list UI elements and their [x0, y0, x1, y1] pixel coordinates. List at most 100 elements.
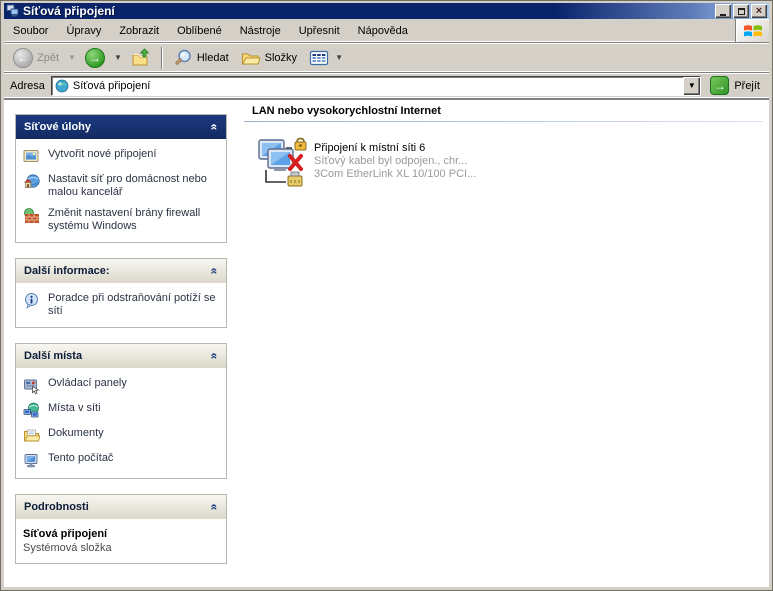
panel-details: Podrobnosti « Síťová připojení Systémová…	[15, 494, 227, 564]
connection-status: Síťový kabel byl odpojen., chr...	[314, 155, 476, 168]
toolbar-separator	[161, 47, 163, 69]
search-button[interactable]: Hledat	[168, 45, 234, 71]
menu-oblibene[interactable]: Oblíbené	[168, 19, 231, 42]
task-label: Vytvořit nové připojení	[48, 148, 156, 161]
address-folder-icon	[55, 79, 69, 93]
toolbar: ← Zpět ▼ → ▼	[4, 43, 769, 73]
menu-upresnit[interactable]: Upřesnit	[290, 19, 349, 42]
minimize-icon	[720, 14, 726, 16]
search-icon	[173, 48, 193, 68]
windows-logo	[735, 19, 769, 42]
link-network-places[interactable]: Místa v síti	[23, 402, 219, 419]
network-places-icon	[23, 402, 40, 419]
panel-other-places: Další místa «	[15, 343, 227, 479]
group-divider	[244, 121, 763, 122]
restore-button[interactable]	[733, 4, 749, 18]
panel-header-network-tasks[interactable]: Síťové úlohy «	[16, 115, 226, 139]
address-dropdown-button[interactable]: ▼	[683, 77, 700, 95]
window-title: Síťová připojení	[23, 4, 712, 18]
group-title: LAN nebo vysokorychlostní Internet	[252, 105, 769, 117]
documents-icon	[23, 427, 40, 444]
forward-dropdown[interactable]: ▼	[112, 53, 124, 62]
menu-upravy[interactable]: Úpravy	[57, 19, 110, 42]
menu-soubor[interactable]: Soubor	[4, 19, 57, 42]
views-dropdown-icon: ▼	[333, 53, 345, 62]
folder-view: LAN nebo vysokorychlostní Internet	[244, 100, 769, 587]
go-arrow-icon: →	[710, 76, 729, 95]
task-sidebar: Síťové úlohy « Vytvořit n	[15, 114, 227, 579]
home-network-icon	[23, 173, 40, 190]
panel-header-details[interactable]: Podrobnosti «	[16, 495, 226, 519]
task-label: Místa v síti	[48, 402, 101, 415]
lan-connection-disconnected-icon	[256, 136, 308, 192]
go-label: Přejít	[734, 80, 760, 92]
task-label: Změnit nastavení brány firewall systému …	[48, 207, 219, 233]
collapse-chevron-icon[interactable]: «	[208, 504, 222, 511]
panel-see-also: Další informace: « Poradc	[15, 258, 227, 328]
connection-name: Připojení k místní síti 6	[314, 141, 476, 155]
folders-label: Složky	[265, 52, 297, 64]
explorer-client-area: Síťové úlohy « Vytvořit n	[4, 99, 769, 587]
task-create-new-connection[interactable]: Vytvořit nové připojení	[23, 148, 219, 165]
control-panel-icon	[23, 377, 40, 394]
task-label: Nastavit síť pro domácnost nebo malou ka…	[48, 173, 219, 199]
panel-network-tasks: Síťové úlohy « Vytvořit n	[15, 114, 227, 243]
menubar: Soubor Úpravy Zobrazit Oblíbené Nástroje…	[4, 19, 769, 43]
menu-nastroje[interactable]: Nástroje	[231, 19, 290, 42]
window-icon	[6, 4, 20, 18]
folders-button[interactable]: Složky	[236, 45, 302, 71]
task-setup-home-network[interactable]: Nastavit síť pro domácnost nebo malou ka…	[23, 173, 219, 199]
panel-title: Další místa	[24, 350, 82, 362]
panel-header-other-places[interactable]: Další místa «	[16, 344, 226, 368]
task-label: Tento počítač	[48, 452, 113, 465]
task-label: Dokumenty	[48, 427, 104, 440]
panel-title: Síťové úlohy	[24, 121, 91, 133]
task-change-firewall-settings[interactable]: Změnit nastavení brány firewall systému …	[23, 207, 219, 233]
folders-icon	[241, 48, 261, 68]
collapse-chevron-icon[interactable]: «	[208, 124, 222, 131]
connection-item-lan6[interactable]: Připojení k místní síti 6 Síťový kabel b…	[256, 136, 769, 192]
back-button[interactable]: ← Zpět	[8, 45, 64, 71]
go-button[interactable]: → Přejít	[705, 74, 765, 97]
details-folder-name: Síťová připojení	[23, 528, 219, 540]
close-icon: ×	[756, 6, 762, 16]
addressbar: Adresa Síťová připojení ▼ → Přejít	[4, 73, 769, 99]
views-button[interactable]: ▼	[304, 45, 350, 71]
forward-button[interactable]: →	[80, 45, 110, 71]
up-folder-icon	[131, 48, 151, 68]
firewall-icon	[23, 207, 40, 224]
restore-icon	[738, 8, 745, 15]
panel-title: Další informace:	[24, 265, 110, 277]
link-documents[interactable]: Dokumenty	[23, 427, 219, 444]
task-network-troubleshooter[interactable]: Poradce při odstraňování potíží se sítí	[23, 292, 219, 318]
info-icon	[23, 292, 40, 309]
address-label: Adresa	[8, 80, 47, 92]
address-value: Síťová připojení	[73, 80, 679, 92]
back-label: Zpět	[37, 52, 59, 64]
task-label: Poradce při odstraňování potíží se sítí	[48, 292, 219, 318]
views-icon	[309, 48, 329, 68]
search-label: Hledat	[197, 52, 229, 64]
details-folder-type: Systémová složka	[23, 542, 219, 554]
panel-title: Podrobnosti	[24, 501, 89, 513]
link-my-computer[interactable]: Tento počítač	[23, 452, 219, 469]
back-dropdown[interactable]: ▼	[66, 53, 78, 62]
panel-header-see-also[interactable]: Další informace: «	[16, 259, 226, 283]
close-button[interactable]: ×	[751, 4, 767, 18]
forward-icon: →	[85, 48, 105, 68]
connection-device: 3Com EtherLink XL 10/100 PCI...	[314, 168, 476, 181]
minimize-button[interactable]	[715, 4, 731, 18]
menu-napoveda[interactable]: Nápověda	[349, 19, 417, 42]
address-input[interactable]: Síťová připojení ▼	[51, 76, 701, 96]
titlebar: Síťová připojení ×	[4, 3, 769, 19]
window: Síťová připojení × Soubor Úpravy Zobrazi…	[0, 0, 773, 591]
up-button[interactable]	[126, 45, 156, 71]
collapse-chevron-icon[interactable]: «	[208, 268, 222, 275]
task-label: Ovládací panely	[48, 377, 127, 390]
back-icon: ←	[13, 48, 33, 68]
my-computer-icon	[23, 452, 40, 469]
new-connection-icon	[23, 148, 40, 165]
collapse-chevron-icon[interactable]: «	[208, 353, 222, 360]
link-control-panel[interactable]: Ovládací panely	[23, 377, 219, 394]
menu-zobrazit[interactable]: Zobrazit	[110, 19, 168, 42]
